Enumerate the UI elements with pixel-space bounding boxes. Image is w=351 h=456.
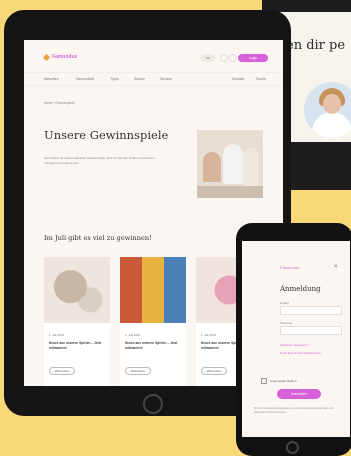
giveaway-card[interactable]: 1. Juli 2024 Neues aus unseren Spielen –…	[44, 257, 110, 386]
tablet-home-button	[143, 394, 163, 414]
site-header: Famundus DE Login	[24, 40, 283, 72]
login-heading: Anmeldung	[280, 285, 321, 293]
intro-text: Hier findest du unsere aktuellen Gewinns…	[44, 156, 157, 165]
logo-text: Famundus	[52, 54, 78, 60]
card-image-blocks	[120, 257, 186, 323]
participate-button[interactable]: Mitmachen	[49, 367, 75, 375]
card-title[interactable]: Neues aus unseren Spielen – Jetzt mitmac…	[49, 341, 105, 351]
user-icon[interactable]	[229, 54, 237, 62]
giveaway-card[interactable]: 1. Juli 2024 Neues aus unseren Spielen –…	[120, 257, 186, 386]
card-date: 1. Juli 2024	[49, 333, 65, 337]
forgot-password-link[interactable]: Passwort vergessen?	[280, 343, 309, 347]
site-logo[interactable]: Famundus	[42, 53, 78, 61]
doctor-portrait	[304, 82, 351, 138]
password-label: Passwort	[280, 321, 293, 325]
main-nav: Aktuelles Gesundheit Tipps Schule Servic…	[24, 72, 283, 86]
nav-item[interactable]: Schule	[134, 77, 145, 81]
register-link[interactable]: Noch kein Konto? Registrieren	[280, 351, 321, 355]
page-title: Unsere Gewinnspiele	[44, 128, 169, 142]
checkbox-icon[interactable]	[261, 378, 267, 384]
email-label: E-Mail	[280, 301, 289, 305]
card-image-toys	[44, 257, 110, 323]
remember-me-checkbox[interactable]: Angemeldet bleiben	[261, 378, 297, 384]
nav-item[interactable]: Tipps	[110, 77, 119, 81]
nav-item[interactable]: Aktuelles	[44, 77, 59, 81]
nav-item[interactable]: Gesundheit	[76, 77, 94, 81]
participate-button[interactable]: Mitmachen	[125, 367, 151, 375]
section-title: Im Juli gibt es viel zu gewinnen!	[44, 234, 152, 242]
login-button[interactable]: Login	[238, 54, 268, 62]
phone-logo[interactable]: Famundus	[280, 265, 299, 270]
submit-button[interactable]: Anmelden	[277, 389, 321, 399]
nav-item[interactable]: Suche	[256, 77, 266, 81]
participate-button[interactable]: Mitmachen	[201, 367, 227, 375]
card-title[interactable]: Neues aus unseren Spielen – Jetzt mitmac…	[125, 341, 181, 351]
logo-mark-icon	[42, 53, 51, 61]
terms-note: Mit der Anmeldung akzeptierst du unsere …	[254, 407, 333, 415]
password-field[interactable]	[280, 326, 342, 335]
phone-device: Famundus × Anmeldung E-Mail Passwort Pas…	[236, 223, 351, 456]
card-date: 1. Juli 2024	[201, 333, 217, 337]
nav-item[interactable]: Service	[160, 77, 172, 81]
search-icon[interactable]	[220, 54, 228, 62]
phone-screen: Famundus × Anmeldung E-Mail Passwort Pas…	[242, 241, 350, 437]
phone-home-button	[286, 441, 299, 454]
family-photo	[197, 130, 263, 198]
card-date: 1. Juli 2024	[125, 333, 141, 337]
email-field[interactable]	[280, 306, 342, 315]
nav-item[interactable]: Kontakt	[232, 77, 244, 81]
language-switch[interactable]: DE	[200, 54, 216, 62]
remember-me-label: Angemeldet bleiben	[270, 379, 297, 383]
breadcrumb[interactable]: Home › Gewinnspiele	[44, 101, 74, 105]
monitor-heading: en dir pe	[286, 38, 346, 53]
close-icon[interactable]: ×	[334, 264, 338, 270]
